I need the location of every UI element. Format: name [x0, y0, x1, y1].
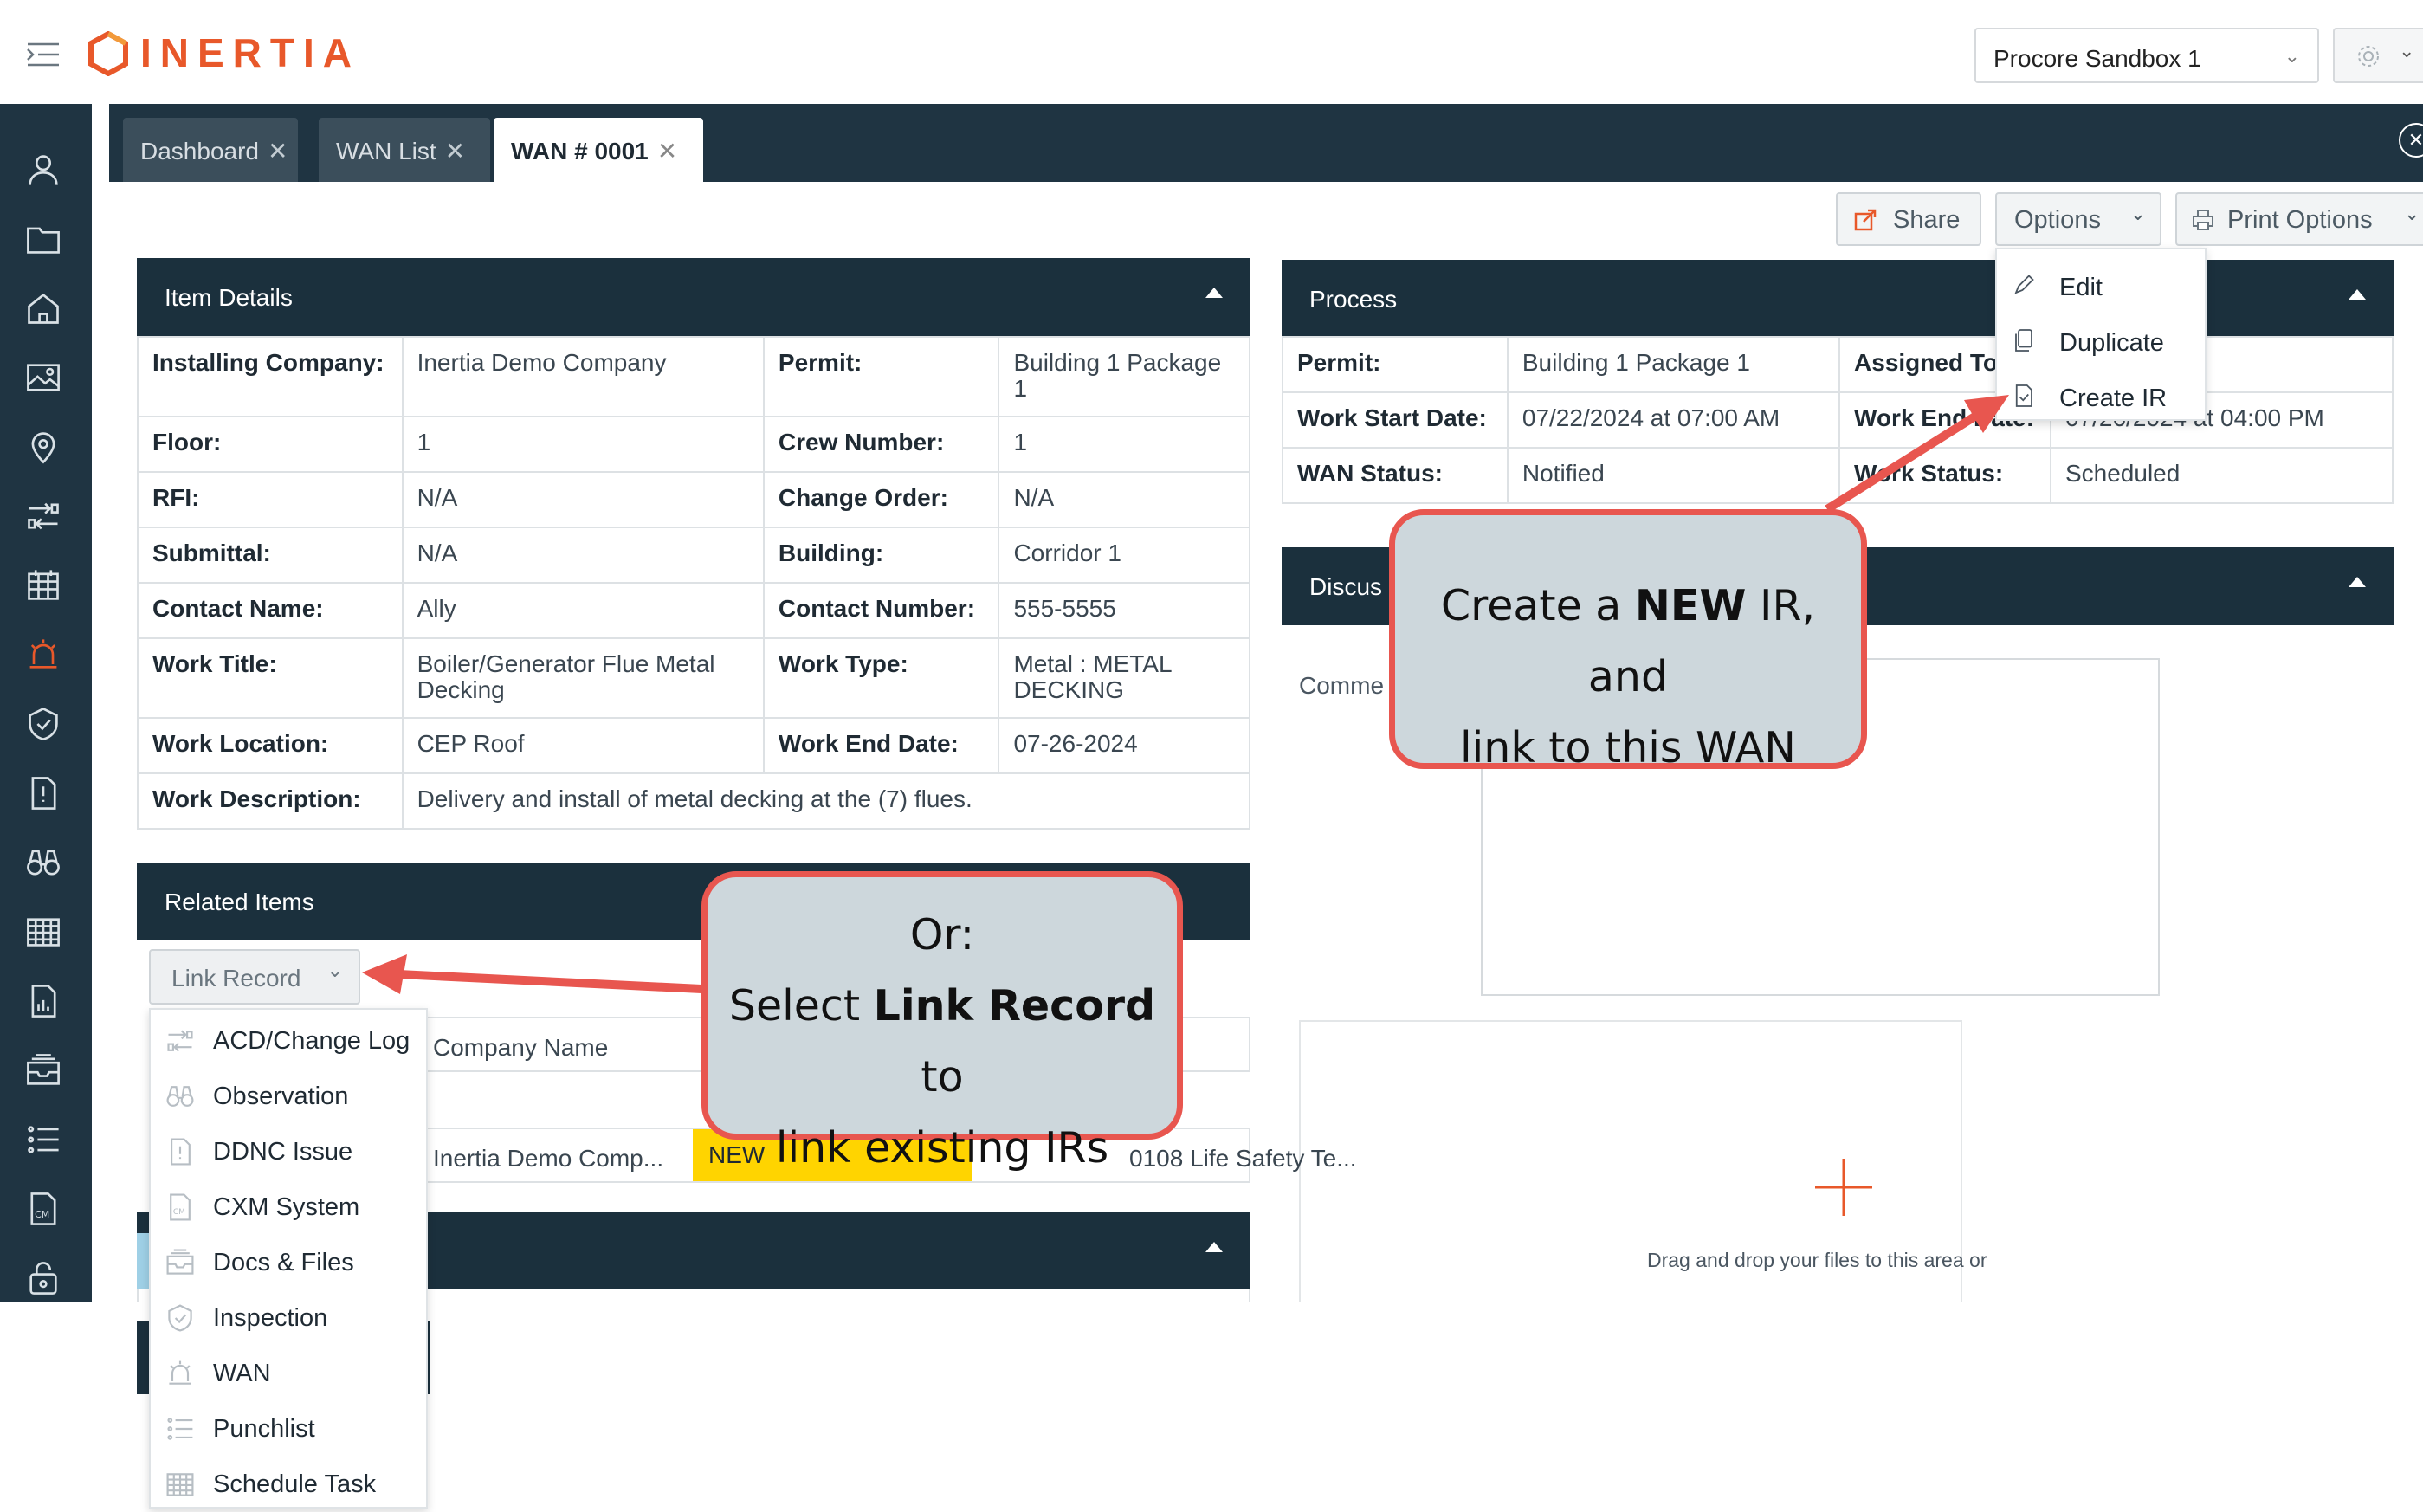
create-ir-callout-line1: Create a NEW IR, and	[1395, 571, 1861, 713]
create-ir-callout-line2: link to this WAN	[1460, 723, 1796, 772]
callout-text: to	[921, 1052, 964, 1102]
link-record-callout-line2: Select Link Record to	[708, 971, 1177, 1113]
callout-arrows	[362, 395, 2009, 994]
link-record-callout-line3: link existing IRs	[775, 1123, 1109, 1173]
link-record-callout-line1: Or:	[909, 910, 975, 960]
callout-text: Select	[728, 981, 874, 1031]
callout-text: Create a	[1440, 581, 1635, 630]
create-ir-callout: Create a NEW IR, and link to this WAN	[1389, 509, 1867, 772]
callout-bold: Link Record	[873, 981, 1156, 1031]
callout-bold: NEW	[1634, 581, 1747, 630]
link-record-callout: Or: Select Link Record to link existing …	[701, 871, 1183, 1173]
